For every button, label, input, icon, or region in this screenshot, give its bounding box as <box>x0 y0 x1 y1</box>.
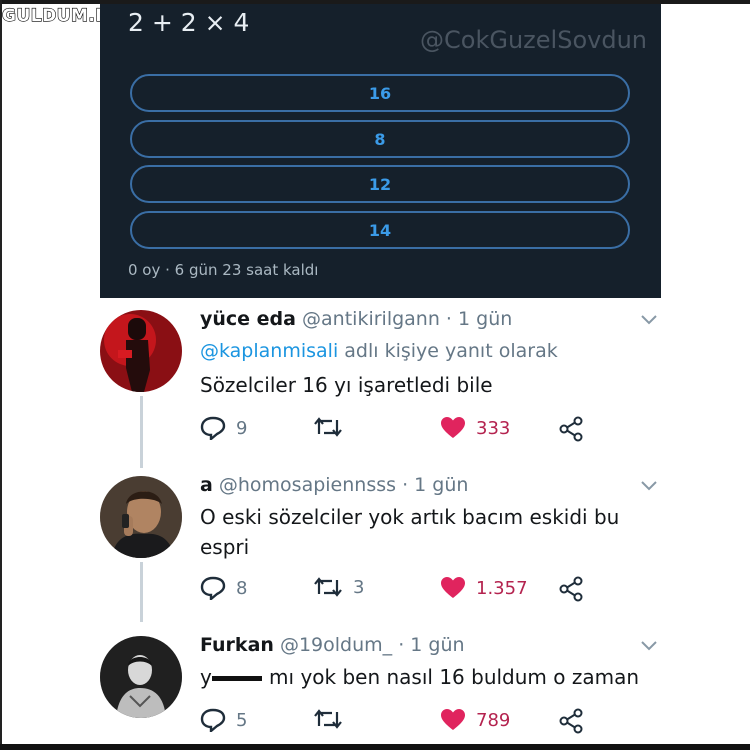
handle-and-time[interactable]: @antikirilgann · 1 gün <box>302 308 512 330</box>
chevron-down-icon[interactable] <box>640 476 658 497</box>
retweet-icon <box>314 709 342 729</box>
heart-icon <box>441 709 465 730</box>
like-count: 333 <box>476 417 511 439</box>
bottom-border <box>0 744 750 750</box>
tweet-text-line: O eski sözelciler yok artık bacım eskidi… <box>200 505 620 529</box>
share-icon <box>559 576 583 602</box>
heart-icon <box>441 577 465 598</box>
reply-context-text: adlı kişiye yanıt olarak <box>338 340 558 362</box>
tweet-text: y mı yok ben nasıl 16 buldum o zaman <box>200 665 640 689</box>
poll-option-4[interactable]: 14 <box>130 211 630 249</box>
like-count: 789 <box>476 709 511 731</box>
account-watermark: @CokGuzelSovdun <box>420 26 647 54</box>
share-icon <box>559 416 583 442</box>
display-name[interactable]: yüce eda <box>200 308 296 330</box>
poll-footer: 0 oy · 6 gün 23 saat kaldı <box>128 261 319 279</box>
like-button[interactable]: 789 <box>440 708 510 732</box>
tweet-header: Furkan @19oldum_ · 1 gün <box>200 634 465 656</box>
tweet-header: yüce eda @antikirilgann · 1 gün <box>200 308 512 330</box>
share-button[interactable] <box>558 708 584 734</box>
reply-button[interactable]: 8 <box>200 576 247 600</box>
handle-and-time[interactable]: @19oldum_ · 1 gün <box>280 634 465 656</box>
tweet-header: a @homosapiennsss · 1 gün <box>200 474 468 496</box>
poll-card: 2 + 2 × 4 @CokGuzelSovdun 16 8 12 14 0 o… <box>100 4 661 298</box>
redaction-mark <box>212 676 262 681</box>
like-count: 1.357 <box>476 577 528 599</box>
tweet-text-line: espri <box>200 535 250 559</box>
chevron-down-icon[interactable] <box>640 310 658 331</box>
reply-button[interactable]: 9 <box>200 416 247 440</box>
chevron-down-icon[interactable] <box>640 636 658 657</box>
thread-line <box>140 396 143 468</box>
share-button[interactable] <box>558 576 584 602</box>
poll-option-3[interactable]: 12 <box>130 165 630 203</box>
retweet-icon <box>314 577 342 597</box>
reply-count: 9 <box>236 417 248 439</box>
left-border <box>0 0 2 750</box>
reply-button[interactable]: 5 <box>200 708 247 732</box>
tweet-text: O eski sözelciler yok artık bacım eskidi… <box>200 502 630 562</box>
poll-option-2[interactable]: 8 <box>130 120 630 158</box>
avatar[interactable] <box>100 476 182 558</box>
retweet-icon <box>314 417 342 437</box>
avatar[interactable] <box>100 636 182 718</box>
thread-line <box>140 562 143 622</box>
reply-context: @kaplanmisali adlı kişiye yanıt olarak <box>200 340 558 362</box>
handle-and-time[interactable]: @homosapiennsss · 1 gün <box>219 474 469 496</box>
like-button[interactable]: 333 <box>440 416 510 440</box>
retweet-button[interactable] <box>313 416 353 438</box>
poll-option-1[interactable]: 16 <box>130 74 630 112</box>
tweet-text: Sözelciler 16 yı işaretledi bile <box>200 373 493 397</box>
poll-question: 2 + 2 × 4 <box>128 8 250 37</box>
display-name[interactable]: Furkan <box>200 634 274 656</box>
action-bar: 5 789 <box>200 708 590 734</box>
reply-tweet: Furkan @19oldum_ · 1 gün y mı yok ben na… <box>100 632 660 742</box>
reply-count: 5 <box>236 709 248 731</box>
avatar[interactable] <box>100 310 182 392</box>
reply-count: 8 <box>236 577 248 599</box>
reply-icon <box>200 416 226 440</box>
reply-tweet: yüce eda @antikirilgann · 1 gün @kaplanm… <box>100 306 660 468</box>
retweet-button[interactable] <box>313 708 353 730</box>
display-name[interactable]: a <box>200 474 213 496</box>
share-icon <box>559 708 583 734</box>
heart-icon <box>441 417 465 438</box>
action-bar: 8 3 1.357 <box>200 576 590 602</box>
retweet-button[interactable]: 3 <box>313 576 364 598</box>
share-button[interactable] <box>558 416 584 442</box>
reply-icon <box>200 708 226 732</box>
action-bar: 9 333 <box>200 416 590 442</box>
reply-tweet: a @homosapiennsss · 1 gün O eski sözelci… <box>100 472 660 622</box>
mention-link[interactable]: @kaplanmisali <box>200 340 338 362</box>
retweet-count: 3 <box>353 576 365 598</box>
like-button[interactable]: 1.357 <box>440 576 528 600</box>
reply-icon <box>200 576 226 600</box>
